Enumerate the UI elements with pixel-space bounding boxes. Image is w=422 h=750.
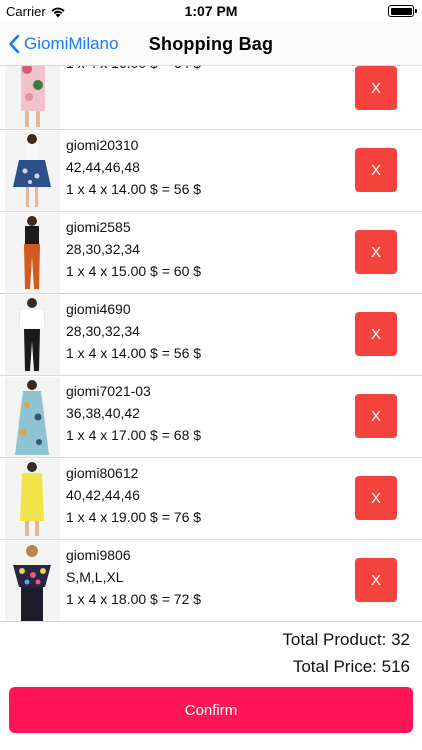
order-totals: Total Product: 32 Total Price: 516 [282, 626, 410, 680]
product-image [5, 459, 60, 539]
page-title: Shopping Bag [0, 34, 422, 55]
item-name: giomi2585 [66, 219, 131, 235]
item-name: giomi7021-03 [66, 383, 151, 399]
product-photo-graphic [5, 66, 60, 129]
remove-item-button[interactable]: X [355, 230, 397, 274]
item-sizes: 40,42,44,46 [66, 487, 140, 503]
item-price-line: 1 x 4 x 16.00 $ = 64 $ [66, 66, 201, 74]
remove-item-button[interactable]: X [355, 312, 397, 356]
item-details: 1 x 4 x 16.00 $ = 64 $ [66, 66, 201, 74]
remove-item-button[interactable]: X [355, 148, 397, 192]
product-photo-graphic [5, 295, 60, 375]
cart-item-row: giomi7021-03 36,38,40,42 1 x 4 x 17.00 $… [0, 376, 422, 458]
remove-item-button[interactable]: X [355, 476, 397, 520]
item-details: giomi9806 S,M,L,XL 1 x 4 x 18.00 $ = 72 … [66, 544, 201, 610]
total-price-label: Total Price: 516 [292, 657, 410, 676]
item-details: giomi80612 40,42,44,46 1 x 4 x 19.00 $ =… [66, 462, 201, 528]
cart-item-row: giomi2585 28,30,32,34 1 x 4 x 15.00 $ = … [0, 212, 422, 294]
item-details: giomi4690 28,30,32,34 1 x 4 x 14.00 $ = … [66, 298, 201, 364]
page-title-text: Shopping Bag [148, 34, 274, 54]
navigation-bar: GiomiMilano Shopping Bag [0, 22, 422, 66]
item-sizes: 36,38,40,42 [66, 405, 140, 421]
item-details: giomi2585 28,30,32,34 1 x 4 x 15.00 $ = … [66, 216, 201, 282]
product-photo-graphic [5, 459, 60, 539]
remove-item-button[interactable]: X [355, 66, 397, 110]
item-sizes: S,M,L,XL [66, 569, 124, 585]
cart-item-row: giomi4690 28,30,32,34 1 x 4 x 14.00 $ = … [0, 294, 422, 376]
item-price-line: 1 x 4 x 17.00 $ = 68 $ [66, 427, 202, 443]
product-image [5, 66, 60, 129]
item-details: giomi20310 42,44,46,48 1 x 4 x 14.00 $ =… [66, 134, 201, 200]
confirm-button[interactable]: Confirm [9, 687, 413, 733]
item-price-line: 1 x 4 x 18.00 $ = 72 $ [66, 591, 202, 607]
cart-item-list[interactable]: 1 x 4 x 16.00 $ = 64 $ X giomi20310 42,4… [0, 66, 422, 622]
item-name: giomi9806 [66, 547, 131, 563]
cart-item-row: 1 x 4 x 16.00 $ = 64 $ X [0, 66, 422, 130]
product-image [5, 295, 60, 375]
cart-item-row: giomi9806 S,M,L,XL 1 x 4 x 18.00 $ = 72 … [0, 540, 422, 622]
item-details: giomi7021-03 36,38,40,42 1 x 4 x 17.00 $… [66, 380, 201, 446]
item-price-line: 1 x 4 x 19.00 $ = 76 $ [66, 509, 202, 525]
product-photo-graphic [5, 377, 60, 457]
item-name: giomi80612 [66, 465, 139, 481]
remove-item-button[interactable]: X [355, 394, 397, 438]
item-price-line: 1 x 4 x 14.00 $ = 56 $ [66, 181, 202, 197]
product-image [5, 541, 60, 621]
item-name: giomi20310 [66, 137, 139, 153]
product-photo-graphic [5, 213, 60, 293]
product-photo-graphic [5, 131, 60, 211]
product-image [5, 213, 60, 293]
remove-item-button[interactable]: X [355, 558, 397, 602]
status-bar: Carrier 1:07 PM [0, 0, 422, 22]
product-image [5, 131, 60, 211]
item-price-line: 1 x 4 x 14.00 $ = 56 $ [66, 345, 202, 361]
item-price-line: 1 x 4 x 15.00 $ = 60 $ [66, 263, 202, 279]
cart-item-row: giomi80612 40,42,44,46 1 x 4 x 19.00 $ =… [0, 458, 422, 540]
total-product-label: Total Product: 32 [282, 630, 410, 649]
item-name: giomi4690 [66, 301, 131, 317]
cart-item-row: giomi20310 42,44,46,48 1 x 4 x 14.00 $ =… [0, 130, 422, 212]
product-image [5, 377, 60, 457]
product-photo-graphic [5, 541, 60, 621]
status-time: 1:07 PM [184, 3, 238, 19]
item-sizes: 28,30,32,34 [66, 241, 140, 257]
battery-icon [388, 5, 417, 17]
item-sizes: 28,30,32,34 [66, 323, 140, 339]
item-sizes: 42,44,46,48 [66, 159, 140, 175]
